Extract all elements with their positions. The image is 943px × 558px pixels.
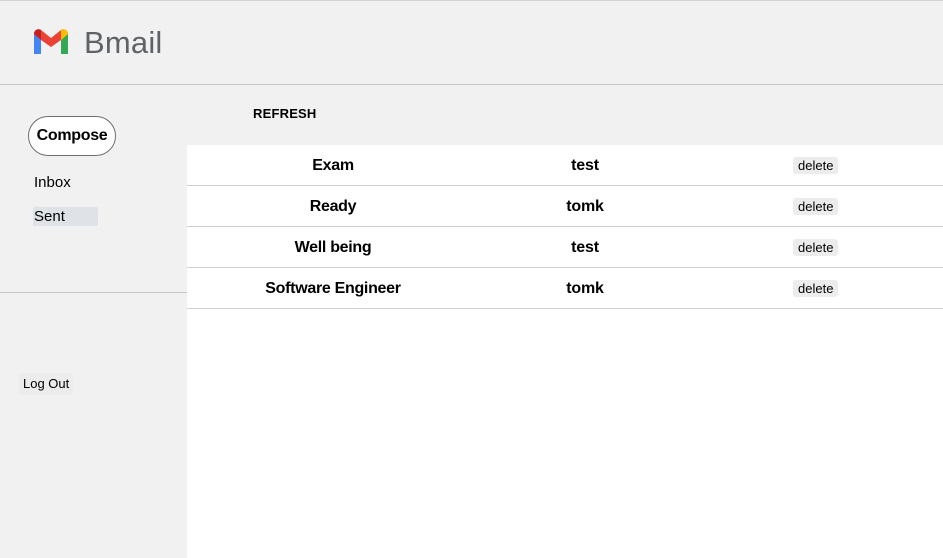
compose-button[interactable]: Compose [28, 116, 116, 156]
delete-button[interactable]: delete [793, 157, 839, 174]
delete-button[interactable]: delete [793, 239, 839, 256]
top-bar: Bmail [0, 0, 943, 85]
mail-row[interactable]: Software Engineer tomk delete [187, 268, 943, 309]
mail-sender: test [571, 239, 599, 256]
app-title: Bmail [84, 25, 163, 60]
mail-row[interactable]: Ready tomk delete [187, 186, 943, 227]
delete-button[interactable]: delete [793, 198, 839, 215]
mail-row[interactable]: Exam test delete [187, 145, 943, 186]
mail-subject: Exam [312, 157, 354, 174]
toolbar: REFRESH [187, 85, 943, 145]
sidebar: Compose Inbox Sent Log Out [0, 85, 187, 558]
logout-button[interactable]: Log Out [19, 373, 74, 395]
mail-sender: tomk [566, 198, 604, 215]
refresh-button[interactable]: REFRESH [253, 106, 317, 121]
mail-subject: Software Engineer [265, 280, 401, 297]
mail-row[interactable]: Well being test delete [187, 227, 943, 268]
mail-sender: tomk [566, 280, 604, 297]
mail-subject: Ready [309, 198, 357, 215]
sidebar-divider [0, 292, 187, 293]
mail-list: Exam test delete Ready tomk delete Well … [187, 145, 943, 558]
sidebar-item-inbox[interactable]: Inbox [33, 173, 93, 192]
gmail-logo-icon[interactable] [32, 28, 70, 56]
delete-button[interactable]: delete [793, 280, 839, 297]
mail-subject: Well being [294, 239, 372, 256]
sidebar-item-sent[interactable]: Sent [33, 207, 98, 226]
mail-sender: test [571, 157, 599, 174]
